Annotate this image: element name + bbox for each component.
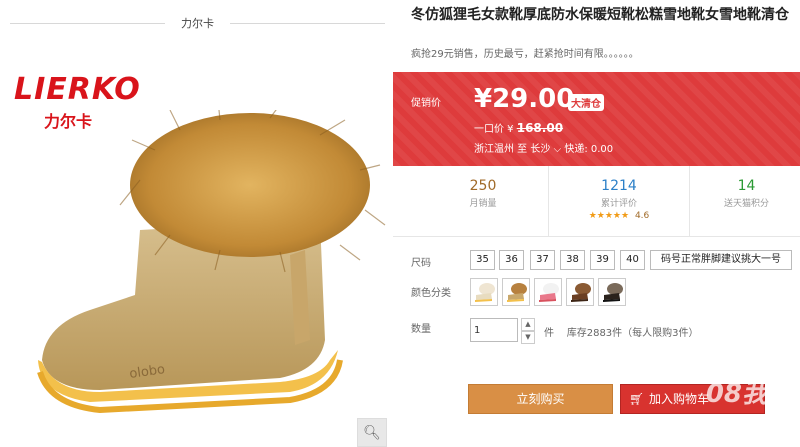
buy-now-button[interactable]: 立刻购买: [468, 384, 613, 414]
original-price: 一口价 ¥ 168.00: [474, 120, 563, 135]
points-value: 14: [737, 178, 756, 194]
cart-icon: 🛒︎: [629, 392, 645, 406]
size-note-option[interactable]: 码号正常胖脚建议挑大一号: [650, 250, 792, 270]
monthly-sales-value: 250: [469, 178, 497, 194]
boot-thumbnail: [539, 283, 559, 302]
ship-to-select[interactable]: 长沙 ⌵: [530, 144, 564, 155]
ship-from: 浙江温州 至: [474, 144, 528, 155]
magnify-icon: 🔍︎: [363, 424, 381, 441]
boot-image: olobo: [37, 110, 386, 414]
boot-thumbnail: [475, 283, 495, 302]
up-arrow-icon: ▲: [525, 320, 531, 328]
boot-thumbnail: [507, 283, 527, 302]
color-swatch-pink[interactable]: [534, 278, 562, 306]
rating-value: 4.6: [634, 211, 650, 221]
reviews-label: 累计评价: [600, 199, 637, 209]
size-label: 尺码: [411, 258, 431, 269]
monthly-sales-label: 月销量: [469, 199, 497, 209]
rating-stars: ★★★★★ 4.6: [549, 211, 689, 221]
zoom-button[interactable]: 🔍︎: [357, 418, 387, 447]
quantity-input[interactable]: 1: [470, 318, 518, 342]
product-subtitle: 疯抢29元销售，历史最亏，赶紧抢时间有限。。。。。。: [411, 49, 639, 60]
ship-fee: 快递: 0.00: [564, 144, 614, 155]
shipping-info: 浙江温州 至 长沙 ⌵ 快递: 0.00: [474, 140, 613, 155]
quantity-increase-button[interactable]: ▲: [521, 318, 535, 331]
color-swatch-white[interactable]: [470, 278, 498, 306]
add-to-cart-label: 加入购物车: [649, 392, 710, 406]
price-label: 促销价: [411, 98, 441, 109]
points-label: 送天猫积分: [723, 199, 769, 209]
clearance-badge: 大清仓: [568, 94, 604, 111]
color-label: 颜色分类: [411, 288, 451, 299]
stock-text: 库存2883件（每人限购3件）: [566, 328, 699, 339]
monthly-sales: 250 月销量: [423, 166, 543, 236]
product-title: 冬仿狐狸毛女款靴厚底防水保暖短靴松糕雪地靴女雪地靴清仓: [411, 7, 789, 23]
boot-thumbnail: [571, 283, 591, 302]
product-image-panel: 力尔卡 LIERKO 力尔卡 olobo 🔍︎: [0, 0, 393, 447]
size-option[interactable]: 36: [499, 250, 524, 270]
down-arrow-icon: ▼: [525, 333, 531, 341]
original-price-label: 一口价 ¥: [474, 124, 514, 135]
reviews[interactable]: 1214 累计评价 ★★★★★ 4.6: [548, 166, 690, 236]
brand-logo-en: LIERKO: [14, 72, 141, 107]
star-icons: ★★★★★: [588, 211, 630, 221]
size-option[interactable]: 37: [530, 250, 555, 270]
brand-header: 力尔卡: [10, 10, 385, 40]
reviews-value: 1214: [601, 178, 637, 194]
watermark: 08我乐: [705, 379, 794, 409]
color-swatch-brown[interactable]: [566, 278, 594, 306]
color-swatch-black[interactable]: [598, 278, 626, 306]
product-info-panel: 冬仿狐狸毛女款靴厚底防水保暖短靴松糕雪地靴女雪地靴清仓 疯抢29元销售，历史最亏…: [393, 0, 800, 445]
original-price-value: 168.00: [516, 121, 564, 135]
size-option[interactable]: 38: [560, 250, 585, 270]
price-box: 促销价 ¥29.00 大清仓 一口价 ¥ 168.00 浙江温州 至 长沙 ⌵ …: [393, 72, 800, 166]
quantity-decrease-button[interactable]: ▼: [521, 331, 535, 344]
brand-header-label: 力尔卡: [181, 17, 214, 30]
ship-to: 长沙: [530, 144, 551, 155]
stock-info: 件 库存2883件（每人限购3件）: [544, 324, 699, 339]
size-option[interactable]: 39: [590, 250, 615, 270]
size-option[interactable]: 35: [470, 250, 495, 270]
quantity-unit: 件: [544, 328, 554, 339]
boot-thumbnail: [603, 283, 623, 302]
color-swatch-tan[interactable]: [502, 278, 530, 306]
chevron-down-icon: ⌵: [553, 144, 562, 155]
size-option[interactable]: 40: [620, 250, 645, 270]
quantity-label: 数量: [411, 324, 431, 335]
stats-bar: 250 月销量 1214 累计评价 ★★★★★ 4.6 14 送天猫积分: [393, 166, 800, 237]
current-price: ¥29.00: [474, 84, 575, 114]
points: 14 送天猫积分: [693, 166, 800, 236]
